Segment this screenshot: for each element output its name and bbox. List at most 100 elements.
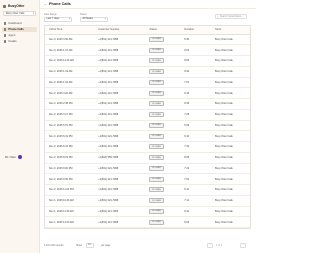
sidebar-item-dashboard[interactable]: Dashboard xyxy=(2,21,37,26)
chevron-down-icon: ▾ xyxy=(32,12,34,15)
status-badge: CLOSED xyxy=(149,112,164,118)
column-header-number[interactable]: Customer Number xyxy=(94,26,146,35)
sidebar-item-details[interactable]: Details xyxy=(2,39,37,44)
table-row[interactable]: Nov 2, 2025 2:38 PM +1(831) 221-7968 CLOSE… xyxy=(45,98,250,110)
search-input[interactable]: ⌕ Search transcription... xyxy=(215,14,247,19)
table-row[interactable]: Nov 2, 2025 8:19 PM +1(818) 555-7968 CLOSE… xyxy=(45,152,250,164)
status-badge: CLOSED xyxy=(149,36,164,42)
cell-time: Nov 2, 2025 4:20 AM xyxy=(45,87,95,99)
prev-page-button[interactable]: ‹ xyxy=(207,243,213,248)
column-header-store[interactable]: Store xyxy=(211,26,250,35)
cell-time: Nov 1, 2025 10:46 AM xyxy=(45,195,95,207)
cell-number: +1(831) 221-7968 xyxy=(94,77,146,89)
per-page-label: Show xyxy=(76,244,82,247)
date-range-value: Last 7 days xyxy=(46,17,60,20)
cell-number: +1(831) 221-7968 xyxy=(94,44,146,56)
status-badge: CLOSED xyxy=(149,198,164,204)
status-select[interactable]: All Status ▾ xyxy=(80,17,108,22)
cell-status: CLOSED xyxy=(145,206,181,218)
cell-number: +1(831) 221-7968 xyxy=(94,87,146,99)
cell-status: CLOSED xyxy=(145,120,181,132)
avatar xyxy=(17,155,22,159)
table-row[interactable]: Nov 2, 2025 1:19 AM +1(831) 221-7968 CLOSE… xyxy=(45,66,250,78)
table-row[interactable]: Nov 2, 2025 3:17 PM +1(831) 221-7968 CLOSE… xyxy=(45,109,250,121)
cell-duration: 8:45 xyxy=(180,98,212,110)
cell-status: CLOSED xyxy=(145,77,181,89)
table-row[interactable]: Nov 2, 2025 6:31 PM +1(831) 221-7968 CLOSE… xyxy=(45,130,250,142)
cell-store: Busy Otter Cafe xyxy=(211,120,250,132)
cell-store: Busy Otter Cafe xyxy=(211,173,250,185)
cell-status: CLOSED xyxy=(145,152,181,164)
date-range-select[interactable]: Last 7 days ▾ xyxy=(44,17,72,22)
cell-duration: 9:40 xyxy=(180,66,212,78)
brand[interactable]: BusyOtter xyxy=(3,4,24,8)
sidebar-item-agent[interactable]: Agent xyxy=(2,33,37,38)
table-row[interactable]: Nov 2, 2025 9:00 PM +1(831) 221-7968 CLOSE… xyxy=(45,163,250,175)
cell-number: +1(831) 221-7968 xyxy=(94,120,146,132)
calls-table: Call & Time Customer Number Status Durat… xyxy=(44,25,251,229)
cell-store: Busy Otter Cafe xyxy=(211,163,250,175)
cell-time: Nov 2, 2025 6:41 PM xyxy=(45,141,95,153)
status-badge: CLOSED xyxy=(149,58,164,64)
next-page-button[interactable]: › xyxy=(240,243,246,248)
status-badge: CLOSED xyxy=(149,208,164,214)
table-row[interactable]: Nov 2, 2025 5:01 PM +1(831) 221-7968 CLOSE… xyxy=(45,120,250,132)
cell-number: +1(831) 221-7968 xyxy=(94,55,146,67)
cell-duration: 6:11 xyxy=(180,184,212,196)
dashboard-icon xyxy=(4,22,7,25)
table-row[interactable]: Nov 2, 2025 6:41 PM +1(831) 221-7968 CLOSE… xyxy=(45,141,250,153)
chevron-down-icon: ▾ xyxy=(68,18,70,20)
table-row[interactable]: Nov 3, 2025 1:47 AM +1(831) 221-7968 CLOSE… xyxy=(45,44,250,56)
cell-time: Nov 2, 2025 5:01 PM xyxy=(45,120,95,132)
cell-number: +1(831) 221-7968 xyxy=(94,163,146,175)
table-row[interactable]: Nov 3, 2025 3:50 AM +1(831) 221-7968 CLOSE… xyxy=(45,34,250,46)
table-row[interactable]: Nov 2, 2025 1:44 AM +1(831) 221-7968 CLOSE… xyxy=(45,77,250,89)
status-badge: CLOSED xyxy=(149,69,164,75)
column-header-status[interactable]: Status xyxy=(145,26,181,35)
status-badge: CLOSED xyxy=(149,101,164,107)
cell-store: Busy Otter Cafe xyxy=(211,206,250,218)
top-bar: ← Phone Calls xyxy=(40,0,256,9)
column-header-time[interactable]: Call & Time xyxy=(45,26,95,35)
location-select[interactable]: Busy Otter Cafe ▾ xyxy=(3,11,36,16)
status-badge: CLOSED xyxy=(149,219,164,225)
sidebar-item-phone-calls[interactable]: Phone Calls xyxy=(2,27,37,32)
cell-status: CLOSED xyxy=(145,141,181,153)
cell-duration: 7:22 xyxy=(180,163,212,175)
per-page-select[interactable]: 10 xyxy=(86,243,94,248)
cell-time: Nov 2, 2025 2:38 PM xyxy=(45,98,95,110)
status-badge: CLOSED xyxy=(149,90,164,96)
cell-time: Nov 2, 2025 1:44 AM xyxy=(45,77,95,89)
page-title: Phone Calls xyxy=(49,2,71,6)
sidebar-nav: Dashboard Phone Calls Agent Details xyxy=(2,21,37,45)
column-header-duration[interactable]: Duration xyxy=(180,26,212,35)
status-badge: CLOSED xyxy=(149,155,164,161)
table-row[interactable]: Nov 2, 2025 12:16 AM +1(831) 221-7968 CLOS… xyxy=(45,55,250,67)
cell-store: Busy Otter Cafe xyxy=(211,109,250,121)
cell-status: CLOSED xyxy=(145,195,181,207)
cell-duration: 5:09 xyxy=(180,120,212,132)
cell-store: Busy Otter Cafe xyxy=(211,44,250,56)
table-row[interactable]: Nov 2, 2025 11:04 PM +1(831) 221-7968 CLOS… xyxy=(45,184,250,196)
cell-duration: 7:28 xyxy=(180,109,212,121)
table-row[interactable]: Nov 1, 2025 10:46 AM +1(831) 221-7968 CLOS… xyxy=(45,195,250,207)
cell-status: CLOSED xyxy=(145,34,181,46)
date-range-label: Date Range xyxy=(44,13,57,16)
table-row[interactable]: Nov 1, 2025 11:43 AM +1(831) 221-7963 CLOS… xyxy=(45,206,250,218)
cell-duration: 6:41 xyxy=(180,206,212,218)
sidebar: BusyOtter Busy Otter Cafe ▾ Dashboard Ph… xyxy=(0,0,40,253)
cell-status: CLOSED xyxy=(145,173,181,185)
cell-number: +1(831) 221-7968 xyxy=(94,216,146,228)
status-badge: CLOSED xyxy=(149,176,164,182)
table-row[interactable]: Nov 2, 2025 9:30 PM +1(831) 221-7968 CLOSE… xyxy=(45,173,250,185)
back-arrow-icon[interactable]: ← xyxy=(44,2,47,6)
cell-duration: 7:01 xyxy=(180,77,212,89)
user-menu[interactable]: Mr. Otter xyxy=(5,155,22,159)
cell-time: Nov 3, 2025 1:47 AM xyxy=(45,44,95,56)
cell-status: CLOSED xyxy=(145,109,181,121)
cell-time: Nov 3, 2025 3:50 AM xyxy=(45,34,95,46)
cell-store: Busy Otter Cafe xyxy=(211,195,250,207)
table-row[interactable]: Nov 1, 2025 12:23 AM +1(831) 221-7968 CLOS… xyxy=(45,216,250,228)
cell-store: Busy Otter Cafe xyxy=(211,184,250,196)
table-row[interactable]: Nov 2, 2025 4:20 AM +1(831) 221-7968 CLOSE… xyxy=(45,87,250,99)
